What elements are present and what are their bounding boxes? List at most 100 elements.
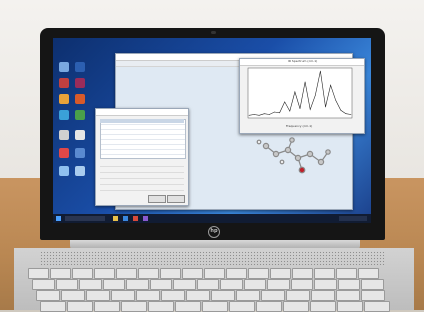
keyboard-key <box>314 268 335 279</box>
keyboard-key <box>94 301 120 312</box>
keyboard-key <box>243 279 266 290</box>
spectrum-point <box>264 113 265 114</box>
desktop-icon-4[interactable] <box>59 110 69 120</box>
keyboard-key <box>186 290 210 301</box>
keyboard-key <box>236 290 260 301</box>
table-grid <box>100 119 186 159</box>
keyboard-key <box>229 301 255 312</box>
keyboard-key <box>121 301 147 312</box>
desktop-icon-13[interactable] <box>75 148 85 158</box>
spectrum-point <box>279 112 280 114</box>
keyboard-key <box>202 301 228 312</box>
keyboard-key <box>40 301 66 312</box>
spectrum-point <box>269 114 270 115</box>
keyboard-key <box>220 279 243 290</box>
desktop-icon-7[interactable] <box>59 166 69 176</box>
keyboard-key <box>204 268 225 279</box>
keyboard-key <box>160 268 181 279</box>
keyboard-key <box>173 279 196 290</box>
spectrum-point <box>345 113 347 114</box>
keyboard-key <box>211 290 235 301</box>
keyboard-key <box>358 268 379 279</box>
desktop-icon-2[interactable] <box>59 78 69 88</box>
spectrum-point <box>350 114 352 115</box>
keyboard-key <box>196 279 219 290</box>
desktop-icon-11[interactable] <box>75 110 85 120</box>
keyboard-key <box>86 290 110 301</box>
desktop-icon-9[interactable] <box>75 78 85 88</box>
desktop-icon-14[interactable] <box>75 166 85 176</box>
keyboard-key <box>337 301 363 312</box>
taskbar <box>53 214 371 223</box>
keyboard-key <box>67 301 93 312</box>
spectrum-point <box>340 110 342 111</box>
keyboard-key <box>267 279 290 290</box>
taskbar-app-1[interactable] <box>113 216 118 221</box>
keyboard-key <box>290 279 313 290</box>
desktop-icon-8[interactable] <box>75 62 85 72</box>
spectrum-point <box>294 91 296 93</box>
spectrum-point <box>335 100 336 101</box>
keyboard-key <box>28 268 49 279</box>
taskbar-app-3[interactable] <box>133 216 138 221</box>
keyboard-key <box>256 301 282 312</box>
keyboard-key <box>136 290 160 301</box>
keyboard-key <box>175 301 201 312</box>
spectrum-plot <box>247 67 353 119</box>
taskbar-app-4[interactable] <box>143 216 148 221</box>
keyboard-key <box>32 279 55 290</box>
keyboard-key <box>55 279 78 290</box>
keyboard-key <box>111 290 135 301</box>
spectrum-point <box>248 115 250 116</box>
keyboard-key <box>50 268 71 279</box>
keyboard-key <box>361 290 385 301</box>
taskbar-app-2[interactable] <box>123 216 128 221</box>
ok-button[interactable] <box>148 195 166 203</box>
desktop-icon-3[interactable] <box>59 94 69 104</box>
spectrum-point <box>304 81 306 83</box>
desktop-icon-12[interactable] <box>75 130 85 140</box>
spectrum-point <box>330 84 331 86</box>
desktop-icon-10[interactable] <box>75 94 85 104</box>
spectrum-window-titlebar[interactable]: IR Spectrum (cm-1) <box>240 59 364 66</box>
webcam-icon <box>211 31 216 34</box>
keyboard-key <box>337 279 360 290</box>
keyboard-key <box>182 268 203 279</box>
spectrum-window[interactable]: IR Spectrum (cm-1) Frequency (cm-1) <box>239 58 365 134</box>
keyboard-key <box>314 279 337 290</box>
spectrum-point <box>299 108 301 109</box>
windows-start-icon[interactable] <box>56 216 61 221</box>
spectrum-point <box>320 70 321 72</box>
system-tray[interactable] <box>339 216 367 221</box>
keyboard-key <box>116 268 137 279</box>
data-table-window[interactable] <box>95 108 189 206</box>
spectrum-point <box>309 109 311 110</box>
search-box[interactable] <box>65 216 105 221</box>
keyboard-key <box>226 268 247 279</box>
spectrum-point <box>284 101 285 103</box>
keyboard-key <box>283 301 309 312</box>
keyboard-key <box>336 268 357 279</box>
options-panel <box>100 161 184 193</box>
table-window-titlebar[interactable] <box>96 109 188 116</box>
keyboard-key <box>79 279 102 290</box>
keyboard-key <box>311 290 335 301</box>
keyboard-key <box>286 290 310 301</box>
keyboard-key <box>261 290 285 301</box>
spectrum-window-title: IR Spectrum (cm-1) <box>288 59 318 63</box>
desktop-icon-5[interactable] <box>59 130 69 140</box>
keyboard-key <box>36 290 60 301</box>
keyboard-key <box>310 301 336 312</box>
keyboard-key <box>270 268 291 279</box>
keyboard-key <box>361 279 384 290</box>
keyboard-key <box>161 290 185 301</box>
spectrum-point <box>274 111 275 113</box>
desktop-icon-6[interactable] <box>59 148 69 158</box>
spectrum-point <box>258 115 260 116</box>
keyboard-key <box>94 268 115 279</box>
spectrum-point <box>253 114 255 115</box>
cancel-button[interactable] <box>167 195 185 203</box>
keyboard-key <box>72 268 93 279</box>
keyboard-key <box>364 301 390 312</box>
desktop-icon-1[interactable] <box>59 62 69 72</box>
